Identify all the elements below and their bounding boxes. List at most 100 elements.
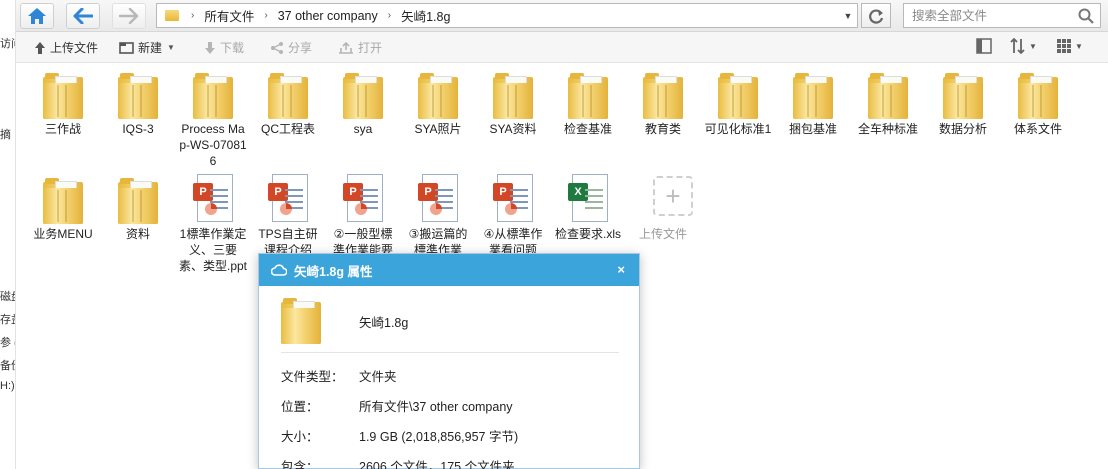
- search-input[interactable]: [904, 4, 1064, 27]
- address-bar[interactable]: › 所有文件 › 37 other company › 矢崎1.8g ▼: [156, 3, 858, 28]
- folder-item[interactable]: 业务MENU: [28, 168, 98, 242]
- search-box[interactable]: [903, 3, 1101, 28]
- share-icon: [270, 41, 284, 55]
- file-name: 教育类: [644, 122, 681, 136]
- file-item[interactable]: X 检查要求.xls: [553, 168, 623, 242]
- folder-icon: [941, 69, 985, 119]
- open-icon: [338, 41, 354, 54]
- folder-item[interactable]: 三作战: [28, 63, 98, 137]
- folder-icon: [116, 174, 160, 224]
- chevron-down-icon[interactable]: ▼: [839, 4, 857, 27]
- folder-item[interactable]: 数据分析: [928, 63, 998, 137]
- folder-item[interactable]: 全车种标准: [853, 63, 923, 137]
- view-mode-button[interactable]: ▼: [1056, 38, 1083, 54]
- breadcrumb-item[interactable]: 矢崎1.8g: [393, 6, 458, 25]
- folder-item[interactable]: QC工程表: [253, 63, 323, 137]
- folder-item[interactable]: 资料: [103, 168, 173, 242]
- file-name: 检查基准: [563, 122, 612, 136]
- file-name: 检查要求.xls: [554, 227, 621, 241]
- edge-text: H:): [0, 380, 15, 392]
- close-icon[interactable]: ×: [617, 262, 625, 277]
- refresh-button[interactable]: [861, 3, 891, 28]
- breadcrumb-item[interactable]: 所有文件: [196, 6, 262, 25]
- file-name: QC工程表: [260, 122, 315, 136]
- folder-item[interactable]: 教育类: [628, 63, 698, 137]
- file-name: 上传文件: [638, 227, 687, 241]
- file-name: SYA照片: [414, 122, 462, 136]
- file-name: 体系文件: [1013, 122, 1062, 136]
- home-icon: [28, 8, 46, 24]
- folder-icon: [791, 69, 835, 119]
- folder-item[interactable]: 可见化标准1: [703, 63, 773, 137]
- folder-icon: [566, 69, 610, 119]
- folder-icon: [866, 69, 910, 119]
- folder-icon: [165, 10, 179, 21]
- edge-text: 访问: [0, 38, 15, 50]
- folder-icon: [281, 298, 321, 344]
- folder-icon: [641, 69, 685, 119]
- sort-icon: [1010, 38, 1025, 54]
- edge-text: 备份: [0, 360, 15, 372]
- new-button[interactable]: 新建 ▼: [119, 39, 175, 56]
- open-button[interactable]: 打开: [338, 39, 382, 56]
- preview-pane-button[interactable]: [976, 38, 992, 54]
- folder-icon: [41, 174, 85, 224]
- upload-label: 上传文件: [50, 41, 99, 55]
- file-item[interactable]: P 1標準作業定义、三要素、类型.ppt: [178, 168, 248, 274]
- share-button[interactable]: 分享: [270, 39, 312, 56]
- chevron-down-icon: ▼: [1029, 41, 1037, 51]
- edge-text: 磁盘: [0, 291, 15, 303]
- file-item[interactable]: P TPS自主研课程介绍: [253, 168, 323, 258]
- download-arrow-icon: [204, 41, 216, 55]
- upload-button[interactable]: 上传文件: [34, 39, 98, 56]
- file-name: 1標準作業定义、三要素、类型.ppt: [178, 227, 248, 273]
- folder-item[interactable]: IQS-3: [103, 63, 173, 137]
- grid-view-icon: [1057, 39, 1071, 53]
- folder-item[interactable]: 捆包基准: [778, 63, 848, 137]
- search-icon[interactable]: [1078, 8, 1094, 24]
- folder-icon: [416, 69, 460, 119]
- folder-item[interactable]: 体系文件: [1003, 63, 1073, 137]
- new-label: 新建: [138, 41, 163, 55]
- forward-button[interactable]: [112, 3, 146, 29]
- file-name: SYA资料: [489, 122, 537, 136]
- file-name: IQS-3: [122, 122, 154, 136]
- folder-icon: [41, 69, 85, 119]
- file-name: 全车种标准: [857, 122, 918, 136]
- property-value: 1.9 GB (2,018,856,957 字节): [359, 430, 519, 444]
- property-value: 2606 个文件，175 个文件夹: [359, 460, 515, 469]
- file-item[interactable]: P ③搬运篇的標準作業: [403, 168, 473, 258]
- property-value: 所有文件\37 other company: [359, 400, 513, 414]
- chevron-down-icon: ▼: [167, 43, 175, 52]
- folder-item[interactable]: sya: [328, 63, 398, 137]
- folder-icon: [116, 69, 160, 119]
- add-icon: +: [641, 174, 693, 224]
- file-name: sya: [353, 122, 373, 136]
- folder-icon: [341, 69, 385, 119]
- folder-item[interactable]: Process Map-WS-070816: [178, 63, 248, 169]
- file-item[interactable]: P ④从標準作業看问题: [478, 168, 548, 258]
- back-button[interactable]: [66, 3, 100, 29]
- file-item[interactable]: P ②一般型標準作業能要: [328, 168, 398, 258]
- powerpoint-file-icon: P: [266, 174, 310, 224]
- breadcrumb-item[interactable]: 37 other company: [270, 9, 386, 23]
- folder-name: 矢崎1.8g: [359, 316, 409, 330]
- file-name: 捆包基准: [788, 122, 837, 136]
- folder-item[interactable]: 检查基准: [553, 63, 623, 137]
- folder-item[interactable]: SYA照片: [403, 63, 473, 137]
- arrow-right-icon: [119, 8, 139, 24]
- cloud-icon: [271, 264, 287, 276]
- sort-button[interactable]: ▼: [1010, 38, 1037, 54]
- powerpoint-file-icon: P: [491, 174, 535, 224]
- share-label: 分享: [288, 41, 313, 55]
- open-label: 打开: [358, 41, 383, 55]
- powerpoint-file-icon: P: [191, 174, 235, 224]
- property-key: 包含：: [281, 460, 319, 469]
- upload-arrow-icon: [34, 41, 46, 55]
- file-name: 可见化标准1: [704, 122, 772, 136]
- home-button[interactable]: [20, 3, 54, 29]
- download-button[interactable]: 下载: [204, 39, 244, 56]
- upload-tile[interactable]: + 上传文件: [628, 168, 698, 242]
- folder-item[interactable]: SYA资料: [478, 63, 548, 137]
- folder-icon: [491, 69, 535, 119]
